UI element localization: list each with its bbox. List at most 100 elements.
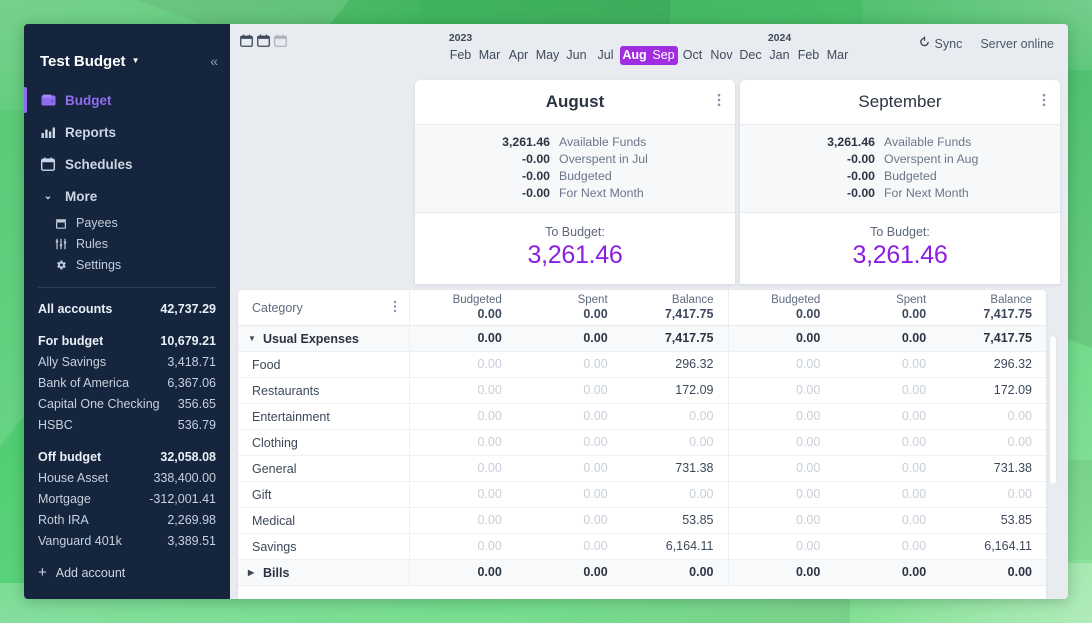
balance-cell-sep[interactable]: 0.00 [940,560,1046,585]
spent-cell-sep[interactable]: 0.00 [834,404,940,429]
month-may-2023[interactable]: May [533,46,562,65]
category-cell[interactable]: Restaurants [238,378,410,403]
month-jan-2024[interactable]: Jan [765,46,794,65]
balance-cell-aug[interactable]: 0.00 [622,430,728,455]
balance-cell-sep[interactable]: 0.00 [940,482,1046,507]
spent-cell-sep[interactable]: 0.00 [834,508,940,533]
budgeted-cell-aug[interactable]: 0.00 [410,456,516,481]
table-row[interactable]: Savings0.000.006,164.110.000.006,164.11 [238,534,1046,560]
sidebar-item-schedules[interactable]: Schedules [24,148,230,180]
triangle-right-icon[interactable]: ▶ [248,568,257,577]
table-row[interactable]: Restaurants0.000.00172.090.000.00172.09 [238,378,1046,404]
balance-cell-sep[interactable]: 172.09 [940,378,1046,403]
spent-cell-aug[interactable]: 0.00 [516,430,622,455]
triangle-down-icon[interactable]: ▼ [248,334,257,343]
add-account-button[interactable]: + Add account [38,565,216,580]
balance-cell-sep[interactable]: 731.38 [940,456,1046,481]
spent-cell-aug[interactable]: 0.00 [516,326,622,351]
category-menu-icon[interactable] [393,300,397,316]
spent-cell-sep[interactable]: 0.00 [834,352,940,377]
category-cell[interactable]: Gift [238,482,410,507]
category-cell[interactable]: Clothing [238,430,410,455]
category-cell[interactable]: ▼Usual Expenses [238,326,410,351]
month-apr-2023[interactable]: Apr [504,46,533,65]
budgeted-cell-aug[interactable]: 0.00 [410,560,516,585]
spent-cell-sep[interactable]: 0.00 [834,326,940,351]
spent-cell-aug[interactable]: 0.00 [516,482,622,507]
balance-cell-aug[interactable]: 7,417.75 [622,326,728,351]
category-cell[interactable]: ▶Bills [238,560,410,585]
spent-cell-aug[interactable]: 0.00 [516,560,622,585]
account-item[interactable]: Vanguard 401k 3,389.51 [38,530,216,551]
account-item[interactable]: Mortgage -312,001.41 [38,488,216,509]
balance-cell-sep[interactable]: 0.00 [940,404,1046,429]
sidebar-item-budget[interactable]: Budget [24,84,230,116]
budgeted-cell-sep[interactable]: 0.00 [729,534,835,559]
sidebar-item-more[interactable]: ⌄ More [24,180,230,212]
account-item[interactable]: Capital One Checking 356.65 [38,393,216,414]
category-cell[interactable]: Food [238,352,410,377]
table-row[interactable]: Medical0.000.0053.850.000.0053.85 [238,508,1046,534]
table-group-row[interactable]: ▶Bills0.000.000.000.000.000.00 [238,560,1046,586]
table-row[interactable]: Clothing0.000.000.000.000.000.00 [238,430,1046,456]
account-item[interactable]: Bank of America 6,367.06 [38,372,216,393]
month-nov-2023[interactable]: Nov [707,46,736,65]
month-feb-2023[interactable]: Feb [446,46,475,65]
account-item[interactable]: Ally Savings 3,418.71 [38,351,216,372]
budgeted-cell-sep[interactable]: 0.00 [729,352,835,377]
spent-cell-sep[interactable]: 0.00 [834,560,940,585]
table-row[interactable]: Food0.000.00296.320.000.00296.32 [238,352,1046,378]
spent-cell-aug[interactable]: 0.00 [516,508,622,533]
balance-cell-aug[interactable]: 172.09 [622,378,728,403]
table-group-row[interactable]: ▼Usual Expenses0.000.007,417.750.000.007… [238,326,1046,352]
balance-cell-aug[interactable]: 731.38 [622,456,728,481]
budgeted-cell-aug[interactable]: 0.00 [410,508,516,533]
spent-cell-aug[interactable]: 0.00 [516,352,622,377]
budgeted-cell-sep[interactable]: 0.00 [729,378,835,403]
category-cell[interactable]: Entertainment [238,404,410,429]
spent-cell-sep[interactable]: 0.00 [834,534,940,559]
budgeted-cell-aug[interactable]: 0.00 [410,430,516,455]
month-mar-2024[interactable]: Mar [823,46,852,65]
balance-cell-sep[interactable]: 6,164.11 [940,534,1046,559]
balance-cell-sep[interactable]: 7,417.75 [940,326,1046,351]
budgeted-cell-sep[interactable]: 0.00 [729,482,835,507]
spent-cell-sep[interactable]: 0.00 [834,430,940,455]
budgeted-cell-sep[interactable]: 0.00 [729,326,835,351]
budgeted-cell-sep[interactable]: 0.00 [729,430,835,455]
budgeted-cell-aug[interactable]: 0.00 [410,404,516,429]
to-budget-value[interactable]: 3,261.46 [740,241,1060,270]
balance-cell-aug[interactable]: 296.32 [622,352,728,377]
spent-cell-aug[interactable]: 0.00 [516,534,622,559]
budgeted-cell-aug[interactable]: 0.00 [410,326,516,351]
balance-cell-aug[interactable]: 6,164.11 [622,534,728,559]
to-budget-value[interactable]: 3,261.46 [415,241,735,270]
sidebar-item-payees[interactable]: Payees [24,212,230,233]
month-oct-2023[interactable]: Oct [678,46,707,65]
table-row[interactable]: Entertainment0.000.000.000.000.000.00 [238,404,1046,430]
spent-cell-sep[interactable]: 0.00 [834,482,940,507]
balance-cell-sep[interactable]: 0.00 [940,430,1046,455]
budgeted-cell-aug[interactable]: 0.00 [410,534,516,559]
balance-cell-sep[interactable]: 53.85 [940,508,1046,533]
budgeted-cell-sep[interactable]: 0.00 [729,404,835,429]
month-dec-2023[interactable]: Dec [736,46,765,65]
balance-cell-aug[interactable]: 0.00 [622,560,728,585]
header-budgeted-august[interactable]: Budgeted 0.00 [410,290,516,325]
account-item[interactable]: Roth IRA 2,269.98 [38,509,216,530]
month-card-menu-icon[interactable] [1042,92,1046,112]
spent-cell-aug[interactable]: 0.00 [516,378,622,403]
sidebar-item-rules[interactable]: Rules [24,233,230,254]
sync-button[interactable]: Sync [919,36,963,51]
account-group-off-budget[interactable]: Off budget 32,058.08 [38,446,216,467]
spent-cell-sep[interactable]: 0.00 [834,456,940,481]
header-balance-september[interactable]: Balance 7,417.75 [940,290,1046,325]
budgeted-cell-sep[interactable]: 0.00 [729,508,835,533]
spent-cell-sep[interactable]: 0.00 [834,378,940,403]
spent-cell-aug[interactable]: 0.00 [516,404,622,429]
month-mar-2023[interactable]: Mar [475,46,504,65]
budgeted-cell-aug[interactable]: 0.00 [410,352,516,377]
sidebar-item-reports[interactable]: Reports [24,116,230,148]
sidebar-item-settings[interactable]: Settings [24,254,230,275]
balance-cell-aug[interactable]: 0.00 [622,404,728,429]
